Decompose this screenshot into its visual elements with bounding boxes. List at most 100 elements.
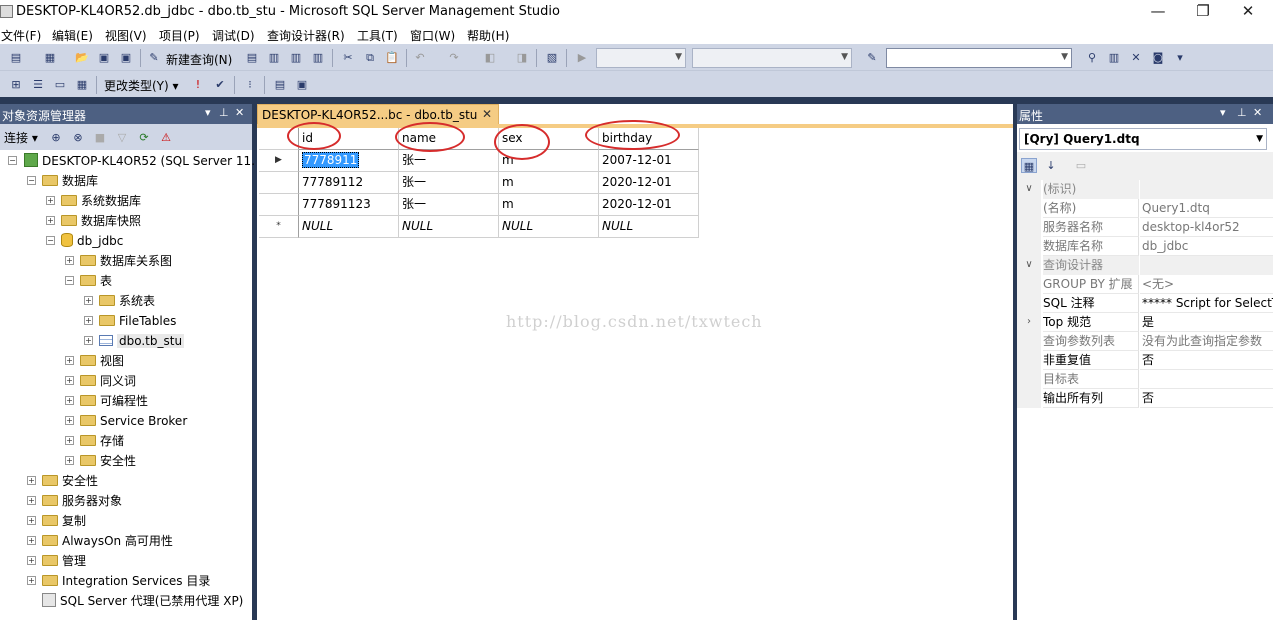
start-page-icon[interactable]: ◙ (1150, 50, 1166, 65)
xmla-query-icon[interactable]: ▥ (310, 50, 326, 65)
cut-icon[interactable]: ✂ (340, 50, 356, 65)
property-row[interactable]: 数据库名称 db_jdbc (1017, 237, 1273, 256)
property-row[interactable]: GROUP BY 扩展 <无> (1017, 275, 1273, 294)
add-new-derived-table-icon[interactable]: ▣ (294, 77, 310, 92)
table-cell[interactable]: 777891123 (299, 194, 399, 216)
panel-dropdown-icon[interactable]: ▾ (1220, 106, 1226, 119)
property-row[interactable]: 输出所有列否 (1017, 389, 1273, 408)
property-category-row[interactable]: ∨ (标识) (1017, 180, 1273, 199)
document-tab[interactable]: DESKTOP-KL4OR52...bc - dbo.tb_stu ✕ (257, 104, 499, 125)
add-item-icon[interactable]: ▦ (42, 50, 58, 65)
disconnect-icon[interactable]: ⊗ (70, 130, 86, 145)
property-row[interactable]: (名称) Query1.dtq (1017, 199, 1273, 218)
table-cell[interactable]: 2007-12-01 (599, 150, 699, 172)
object-selector-dropdown[interactable]: [Qry] Query1.dtq ▼ (1019, 128, 1267, 150)
find-in-files-icon[interactable]: ✎ (864, 50, 880, 65)
activity-monitor-icon[interactable]: ▧ (544, 50, 560, 65)
undo-icon[interactable]: ↶ (412, 50, 428, 65)
menu-debug[interactable]: 调试(D) (212, 27, 255, 44)
table-cell[interactable]: 2020-12-01 (599, 172, 699, 194)
verify-sql-icon[interactable]: ✔ (212, 77, 228, 92)
add-table-icon[interactable]: ▤ (272, 77, 288, 92)
new-query-icon[interactable]: ✎ (146, 50, 162, 65)
filter-icon[interactable]: ▽ (114, 130, 130, 145)
close-button[interactable]: ✕ (1233, 2, 1263, 22)
property-row[interactable]: 非重复值否 (1017, 351, 1273, 370)
property-row[interactable]: 服务器名称 desktop-kl4or52 (1017, 218, 1273, 237)
execute-sql-icon[interactable]: ! (190, 77, 206, 92)
toolbox-icon[interactable]: ✕ (1128, 50, 1144, 65)
group-by-icon[interactable]: ⁝ (242, 77, 258, 92)
menu-help[interactable]: 帮助(H) (467, 27, 509, 44)
stop-icon[interactable]: ■ (92, 130, 108, 145)
activity-icon[interactable]: ⚠ (158, 130, 174, 145)
analysis-query-icon[interactable]: ▥ (266, 50, 282, 65)
show-sql-pane-icon[interactable]: ▭ (52, 77, 68, 92)
panel-close-icon[interactable]: ✕ (1253, 106, 1262, 119)
table-cell[interactable]: NULL (399, 216, 499, 238)
properties-window-icon[interactable]: ▥ (1106, 50, 1122, 65)
pin-icon[interactable]: ⊥ (219, 106, 229, 119)
minimize-button[interactable]: — (1143, 2, 1173, 22)
table-cell[interactable]: 张一 (399, 194, 499, 216)
copy-icon[interactable]: ⧉ (362, 50, 378, 65)
save-all-icon[interactable]: ▣ (118, 50, 134, 65)
categorized-icon[interactable]: ▦ (1021, 158, 1037, 173)
show-criteria-pane-icon[interactable]: ☰ (30, 77, 46, 92)
row-selector[interactable] (259, 194, 299, 216)
change-type-dropdown[interactable]: 更改类型(Y) ▾ (104, 77, 179, 94)
tab-close-icon[interactable]: ✕ (482, 107, 492, 121)
save-icon[interactable]: ▣ (96, 50, 112, 65)
property-row[interactable]: 查询参数列表 没有为此查询指定参数 (1017, 332, 1273, 351)
tab-dropdown-icon[interactable]: ▼ (995, 109, 1003, 120)
property-row[interactable]: 目标表 (1017, 370, 1273, 389)
table-cell[interactable]: NULL (499, 216, 599, 238)
table-cell[interactable]: 2020-12-01 (599, 194, 699, 216)
table-cell[interactable]: m (499, 172, 599, 194)
new-query-button[interactable]: 新建查询(N) (166, 51, 232, 68)
mdx-query-icon[interactable]: ▥ (288, 50, 304, 65)
connect-dropdown[interactable]: 连接 ▾ (4, 129, 38, 146)
table-cell[interactable]: 77789112 (299, 172, 399, 194)
refresh-icon[interactable]: ⟳ (136, 130, 152, 145)
new-project-icon[interactable]: ▤ (8, 50, 24, 65)
collapse-icon[interactable]: ∨ (1017, 180, 1041, 199)
table-cell[interactable]: 张一 (399, 150, 499, 172)
property-category-row[interactable]: ∨ 查询设计器 (1017, 256, 1273, 275)
menu-tools[interactable]: 工具(T) (357, 27, 398, 44)
connect-icon[interactable]: ⊕ (48, 130, 64, 145)
db-engine-query-icon[interactable]: ▤ (244, 50, 260, 65)
navigate-back-icon[interactable]: ◧ (482, 50, 498, 65)
table-cell[interactable]: NULL (299, 216, 399, 238)
platform-combo[interactable]: ▼ (692, 48, 852, 68)
pin-icon[interactable]: ⊥ (1237, 106, 1247, 119)
menu-file[interactable]: 文件(F) (1, 27, 41, 44)
table-cell[interactable]: NULL (599, 216, 699, 238)
toolbar-options-icon[interactable]: ▾ (1172, 50, 1188, 65)
property-pages-icon[interactable]: ▭ (1073, 158, 1089, 173)
panel-close-icon[interactable]: ✕ (235, 106, 244, 119)
expand-icon[interactable]: › (1017, 313, 1041, 332)
new-row-selector-icon[interactable]: * (259, 216, 299, 238)
menu-project[interactable]: 项目(P) (159, 27, 200, 44)
alphabetical-icon[interactable]: ↓ (1043, 158, 1059, 173)
row-selector[interactable] (259, 172, 299, 194)
table-cell[interactable]: 7778911 (299, 150, 399, 172)
menu-window[interactable]: 窗口(W) (410, 27, 455, 44)
menu-edit[interactable]: 编辑(E) (52, 27, 93, 44)
panel-dropdown-icon[interactable]: ▾ (205, 106, 211, 119)
table-cell[interactable]: 张一 (399, 172, 499, 194)
navigate-forward-icon[interactable]: ◨ (514, 50, 530, 65)
show-diagram-pane-icon[interactable]: ⊞ (8, 77, 24, 92)
open-file-icon[interactable]: 📂 (74, 50, 90, 65)
property-row[interactable]: › Top 规范是 (1017, 313, 1273, 332)
find-combo[interactable]: ▼ (886, 48, 1072, 68)
menu-view[interactable]: 视图(V) (105, 27, 147, 44)
show-results-pane-icon[interactable]: ▦ (74, 77, 90, 92)
start-debug-icon[interactable]: ▶ (574, 50, 590, 65)
solution-explorer-icon[interactable]: ⚲ (1084, 50, 1100, 65)
menu-query-designer[interactable]: 查询设计器(R) (267, 27, 345, 44)
property-row[interactable]: SQL 注释***** Script for SelectTop (1017, 294, 1273, 313)
paste-icon[interactable]: 📋 (384, 50, 400, 65)
redo-icon[interactable]: ↷ (446, 50, 462, 65)
